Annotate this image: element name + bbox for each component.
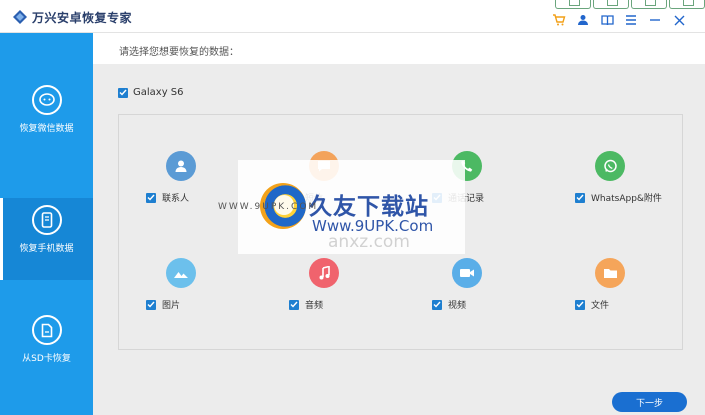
music-icon xyxy=(309,258,339,288)
whatsapp-icon xyxy=(595,151,625,181)
minimize-icon[interactable] xyxy=(643,11,667,29)
prompt-text: 请选择您想要恢复的数据： xyxy=(119,47,239,58)
app-logo-icon xyxy=(12,9,28,25)
checkbox[interactable] xyxy=(146,192,156,203)
phone-icon xyxy=(31,205,62,235)
sdcard-icon xyxy=(31,315,62,345)
checkbox[interactable] xyxy=(289,299,299,310)
app-title: 万兴安卓恢复专家 xyxy=(32,11,133,25)
type-label: 视频 xyxy=(448,301,467,311)
photo-icon xyxy=(166,258,196,288)
window-controls xyxy=(547,11,691,29)
contacts-icon xyxy=(166,151,196,181)
type-whatsapp[interactable]: WhatsApp&附件 xyxy=(575,151,705,204)
type-label: 联系人 xyxy=(162,194,190,204)
user-icon[interactable] xyxy=(571,11,595,29)
device-label: Galaxy S6 xyxy=(133,87,184,98)
watermark-small-url: WWW.9UPK.COM xyxy=(218,202,319,212)
sidebar-item-wechat[interactable]: 恢复微信数据 xyxy=(0,85,93,167)
type-audio[interactable]: 音频 xyxy=(289,258,429,311)
device-checkbox[interactable] xyxy=(118,87,128,98)
type-files[interactable]: 文件 xyxy=(575,258,705,311)
float-tab xyxy=(669,0,705,9)
checkbox[interactable] xyxy=(432,299,442,310)
floating-tabs xyxy=(553,0,705,9)
watermark-overlay: 久友下载站 Www.9UPK.Com WWW.9UPK.COM anxz.com xyxy=(218,160,465,254)
prompt-bar: 请选择您想要恢复的数据： xyxy=(93,33,705,64)
sidebar-item-sdcard[interactable]: 从SD卡恢复 xyxy=(0,315,93,397)
type-video[interactable]: 视频 xyxy=(432,258,572,311)
sidebar-item-label: 恢复微信数据 xyxy=(19,124,74,134)
close-icon[interactable] xyxy=(667,11,691,29)
sidebar-item-label: 恢复手机数据 xyxy=(19,244,74,254)
float-tab xyxy=(555,0,591,9)
folder-icon xyxy=(595,258,625,288)
checkbox[interactable] xyxy=(575,299,585,310)
type-label: WhatsApp&附件 xyxy=(591,194,662,204)
book-icon[interactable] xyxy=(595,11,619,29)
float-tab xyxy=(631,0,667,9)
type-label: 图片 xyxy=(162,301,181,311)
title-bar: 万兴安卓恢复专家 xyxy=(0,0,705,33)
sidebar: 恢复微信数据 恢复手机数据 从SD卡恢复 xyxy=(0,33,93,415)
device-row[interactable]: Galaxy S6 xyxy=(118,87,184,98)
sidebar-item-label: 从SD卡恢复 xyxy=(22,354,71,364)
wechat-icon xyxy=(31,85,62,115)
type-photos[interactable]: 图片 xyxy=(146,258,286,311)
watermark-brand: 久友下载站 xyxy=(309,194,429,220)
video-icon xyxy=(452,258,482,288)
cart-icon[interactable] xyxy=(547,11,571,29)
type-label: 音频 xyxy=(305,301,324,311)
checkbox[interactable] xyxy=(146,299,156,310)
sidebar-item-phone[interactable]: 恢复手机数据 xyxy=(0,198,93,280)
type-label: 文件 xyxy=(591,301,610,311)
watermark-faded-text: anxz.com xyxy=(328,232,410,252)
checkbox[interactable] xyxy=(575,192,585,203)
menu-icon[interactable] xyxy=(619,11,643,29)
next-button[interactable]: 下一步 xyxy=(612,392,687,412)
float-tab xyxy=(593,0,629,9)
